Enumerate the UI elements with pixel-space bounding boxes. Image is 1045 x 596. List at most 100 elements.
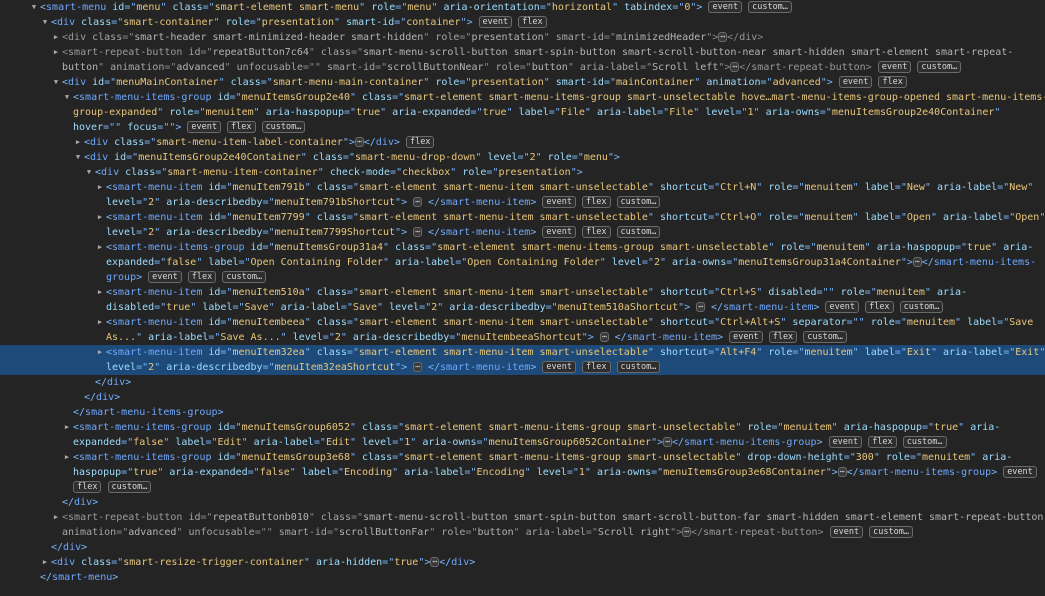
- event-badge[interactable]: event: [829, 526, 864, 538]
- flex-badge[interactable]: flex: [768, 331, 798, 343]
- expand-ellipsis-badge[interactable]: ⋯: [354, 137, 364, 147]
- collapse-triangle-icon[interactable]: ▼: [51, 75, 61, 90]
- selected-dom-node-line[interactable]: level="2" aria-describedby="menuItem32ea…: [0, 360, 1045, 375]
- dom-node-line[interactable]: expanded="false" label="Open Containing …: [0, 255, 1045, 270]
- expand-triangle-icon[interactable]: ▶: [51, 45, 61, 60]
- flex-badge[interactable]: flex: [582, 226, 611, 238]
- expand-ellipsis-badge[interactable]: ⋯: [837, 467, 847, 477]
- expand-ellipsis-badge[interactable]: ⋯: [413, 227, 422, 237]
- dom-node-line[interactable]: level="2" aria-describedby="menuItem7799…: [0, 225, 1045, 240]
- expand-ellipsis-badge[interactable]: ⋯: [718, 32, 728, 42]
- collapse-triangle-icon[interactable]: ▼: [73, 150, 83, 165]
- custom-badge[interactable]: custom…: [222, 271, 267, 283]
- expand-ellipsis-badge[interactable]: ⋯: [413, 197, 422, 207]
- event-badge[interactable]: event: [148, 271, 182, 283]
- event-badge[interactable]: event: [478, 16, 513, 28]
- dom-node-line[interactable]: group> event flex custom…: [0, 270, 1045, 285]
- dom-node-line[interactable]: ▼ <div id="menuItemsGroup2e40Container" c…: [0, 150, 1045, 165]
- custom-badge[interactable]: custom…: [869, 526, 913, 538]
- dom-node-line[interactable]: ▶ <smart-menu-item id="menuItem510a" clas…: [0, 285, 1045, 300]
- dom-node-line[interactable]: ▶ <smart-menu-item id="menuItem791b" clas…: [0, 180, 1045, 195]
- expand-ellipsis-badge[interactable]: ⋯: [682, 527, 692, 537]
- dom-node-line[interactable]: level="2" aria-describedby="menuItem791b…: [0, 195, 1045, 210]
- dom-node-line[interactable]: ▼ <div class="smart-menu-item-container" …: [0, 165, 1045, 180]
- dom-node-line[interactable]: disabled="true" label="Save" aria-label=…: [0, 300, 1045, 315]
- event-badge[interactable]: event: [828, 436, 863, 448]
- dom-node-line[interactable]: </smart-menu>: [0, 570, 1045, 585]
- event-badge[interactable]: event: [877, 61, 912, 73]
- expand-triangle-icon[interactable]: ▶: [95, 315, 105, 330]
- dom-node-line[interactable]: ▶ <smart-menu-items-group id="menuItemsGr…: [0, 420, 1045, 435]
- custom-badge[interactable]: custom…: [917, 61, 962, 73]
- flex-badge[interactable]: flex: [582, 196, 611, 208]
- dom-node-line[interactable]: ▼ <div class="smart-container" role="pres…: [0, 15, 1045, 30]
- dom-node-line[interactable]: ▶ <div class="smart-menu-item-label-conta…: [0, 135, 1045, 150]
- collapse-triangle-icon[interactable]: ▼: [84, 165, 94, 180]
- expand-ellipsis-badge[interactable]: ⋯: [430, 557, 440, 567]
- custom-badge[interactable]: custom…: [899, 301, 944, 313]
- dom-node-line[interactable]: </div>: [0, 375, 1045, 390]
- dom-node-line[interactable]: ▶ <div class="smart-header smart-minimize…: [0, 30, 1045, 45]
- dom-node-line[interactable]: </smart-menu-items-group>: [0, 405, 1045, 420]
- expand-ellipsis-badge[interactable]: ⋯: [730, 62, 740, 72]
- custom-badge[interactable]: custom…: [107, 481, 152, 493]
- dom-node-line[interactable]: animation="advanced" unfocusable="" smar…: [0, 525, 1045, 540]
- dom-node-line[interactable]: ▼ <div id="menuMainContainer" class="smar…: [0, 75, 1045, 90]
- dom-node-line[interactable]: haspopup="true" aria-expanded="false" la…: [0, 465, 1045, 480]
- dom-node-line[interactable]: ▼ <smart-menu id="menu" class="smart-elem…: [0, 0, 1045, 15]
- custom-badge[interactable]: custom…: [902, 436, 947, 448]
- expand-ellipsis-badge[interactable]: ⋯: [912, 257, 922, 267]
- dom-node-line[interactable]: </div>: [0, 390, 1045, 405]
- flex-badge[interactable]: flex: [405, 136, 435, 148]
- expand-triangle-icon[interactable]: ▶: [62, 420, 72, 435]
- dom-node-line[interactable]: button" animation="advanced" unfocusable…: [0, 60, 1045, 75]
- dom-node-line[interactable]: flex custom…: [0, 480, 1045, 495]
- flex-badge[interactable]: flex: [73, 481, 102, 493]
- flex-badge[interactable]: flex: [865, 301, 894, 313]
- event-badge[interactable]: event: [187, 121, 222, 133]
- event-badge[interactable]: event: [708, 1, 743, 13]
- event-badge[interactable]: event: [1003, 466, 1037, 478]
- flex-badge[interactable]: flex: [868, 436, 897, 448]
- expand-triangle-icon[interactable]: ▶: [95, 345, 105, 360]
- selected-dom-node-line[interactable]: ▶ <smart-menu-item id="menuItem32ea" clas…: [0, 345, 1045, 360]
- expand-triangle-icon[interactable]: ▶: [73, 135, 83, 150]
- expand-ellipsis-badge[interactable]: ⋯: [413, 362, 422, 372]
- expand-ellipsis-badge[interactable]: ⋯: [599, 332, 609, 342]
- flex-badge[interactable]: flex: [227, 121, 256, 133]
- dom-node-line[interactable]: </div>: [0, 495, 1045, 510]
- expand-triangle-icon[interactable]: ▶: [40, 555, 50, 570]
- event-badge[interactable]: event: [825, 301, 860, 313]
- custom-badge[interactable]: custom…: [616, 196, 661, 208]
- custom-badge[interactable]: custom…: [261, 121, 306, 133]
- dom-node-line[interactable]: expanded="false" label="Edit" aria-label…: [0, 435, 1045, 450]
- flex-badge[interactable]: flex: [582, 361, 611, 373]
- expand-triangle-icon[interactable]: ▶: [95, 285, 105, 300]
- collapse-triangle-icon[interactable]: ▼: [40, 15, 50, 30]
- dom-node-line[interactable]: ▶ <div class="smart-resize-trigger-contai…: [0, 555, 1045, 570]
- custom-badge[interactable]: custom…: [748, 1, 792, 13]
- dom-node-line[interactable]: ▶ <smart-menu-items-group id="menuItemsGr…: [0, 450, 1045, 465]
- expand-triangle-icon[interactable]: ▶: [51, 510, 61, 525]
- expand-triangle-icon[interactable]: ▶: [51, 30, 61, 45]
- collapse-triangle-icon[interactable]: ▼: [62, 90, 72, 105]
- expand-ellipsis-badge[interactable]: ⋯: [663, 437, 672, 447]
- event-badge[interactable]: event: [838, 76, 873, 88]
- event-badge[interactable]: event: [729, 331, 763, 343]
- dom-node-line[interactable]: ▶ <smart-menu-items-group id="menuItemsGr…: [0, 240, 1045, 255]
- dom-node-line[interactable]: As..." aria-label="Save As..." level="2"…: [0, 330, 1045, 345]
- collapse-triangle-icon[interactable]: ▼: [29, 0, 39, 15]
- expand-ellipsis-badge[interactable]: ⋯: [696, 302, 706, 312]
- dom-node-line[interactable]: ▶ <smart-menu-item id="menuItembeea" clas…: [0, 315, 1045, 330]
- custom-badge[interactable]: custom…: [616, 361, 661, 373]
- dom-node-line[interactable]: hover="" focus=""> event flex custom…: [0, 120, 1045, 135]
- dom-node-line[interactable]: group-expanded" role="menuitem" aria-has…: [0, 105, 1045, 120]
- expand-triangle-icon[interactable]: ▶: [95, 180, 105, 195]
- expand-triangle-icon[interactable]: ▶: [95, 210, 105, 225]
- dom-node-line[interactable]: ▶ <smart-repeat-button id="repeatButtonb0…: [0, 510, 1045, 525]
- event-badge[interactable]: event: [542, 196, 576, 208]
- expand-triangle-icon[interactable]: ▶: [62, 450, 72, 465]
- dom-node-line[interactable]: ▶ <smart-repeat-button id="repeatButton7c…: [0, 45, 1045, 60]
- custom-badge[interactable]: custom…: [803, 331, 848, 343]
- flex-badge[interactable]: flex: [187, 271, 217, 283]
